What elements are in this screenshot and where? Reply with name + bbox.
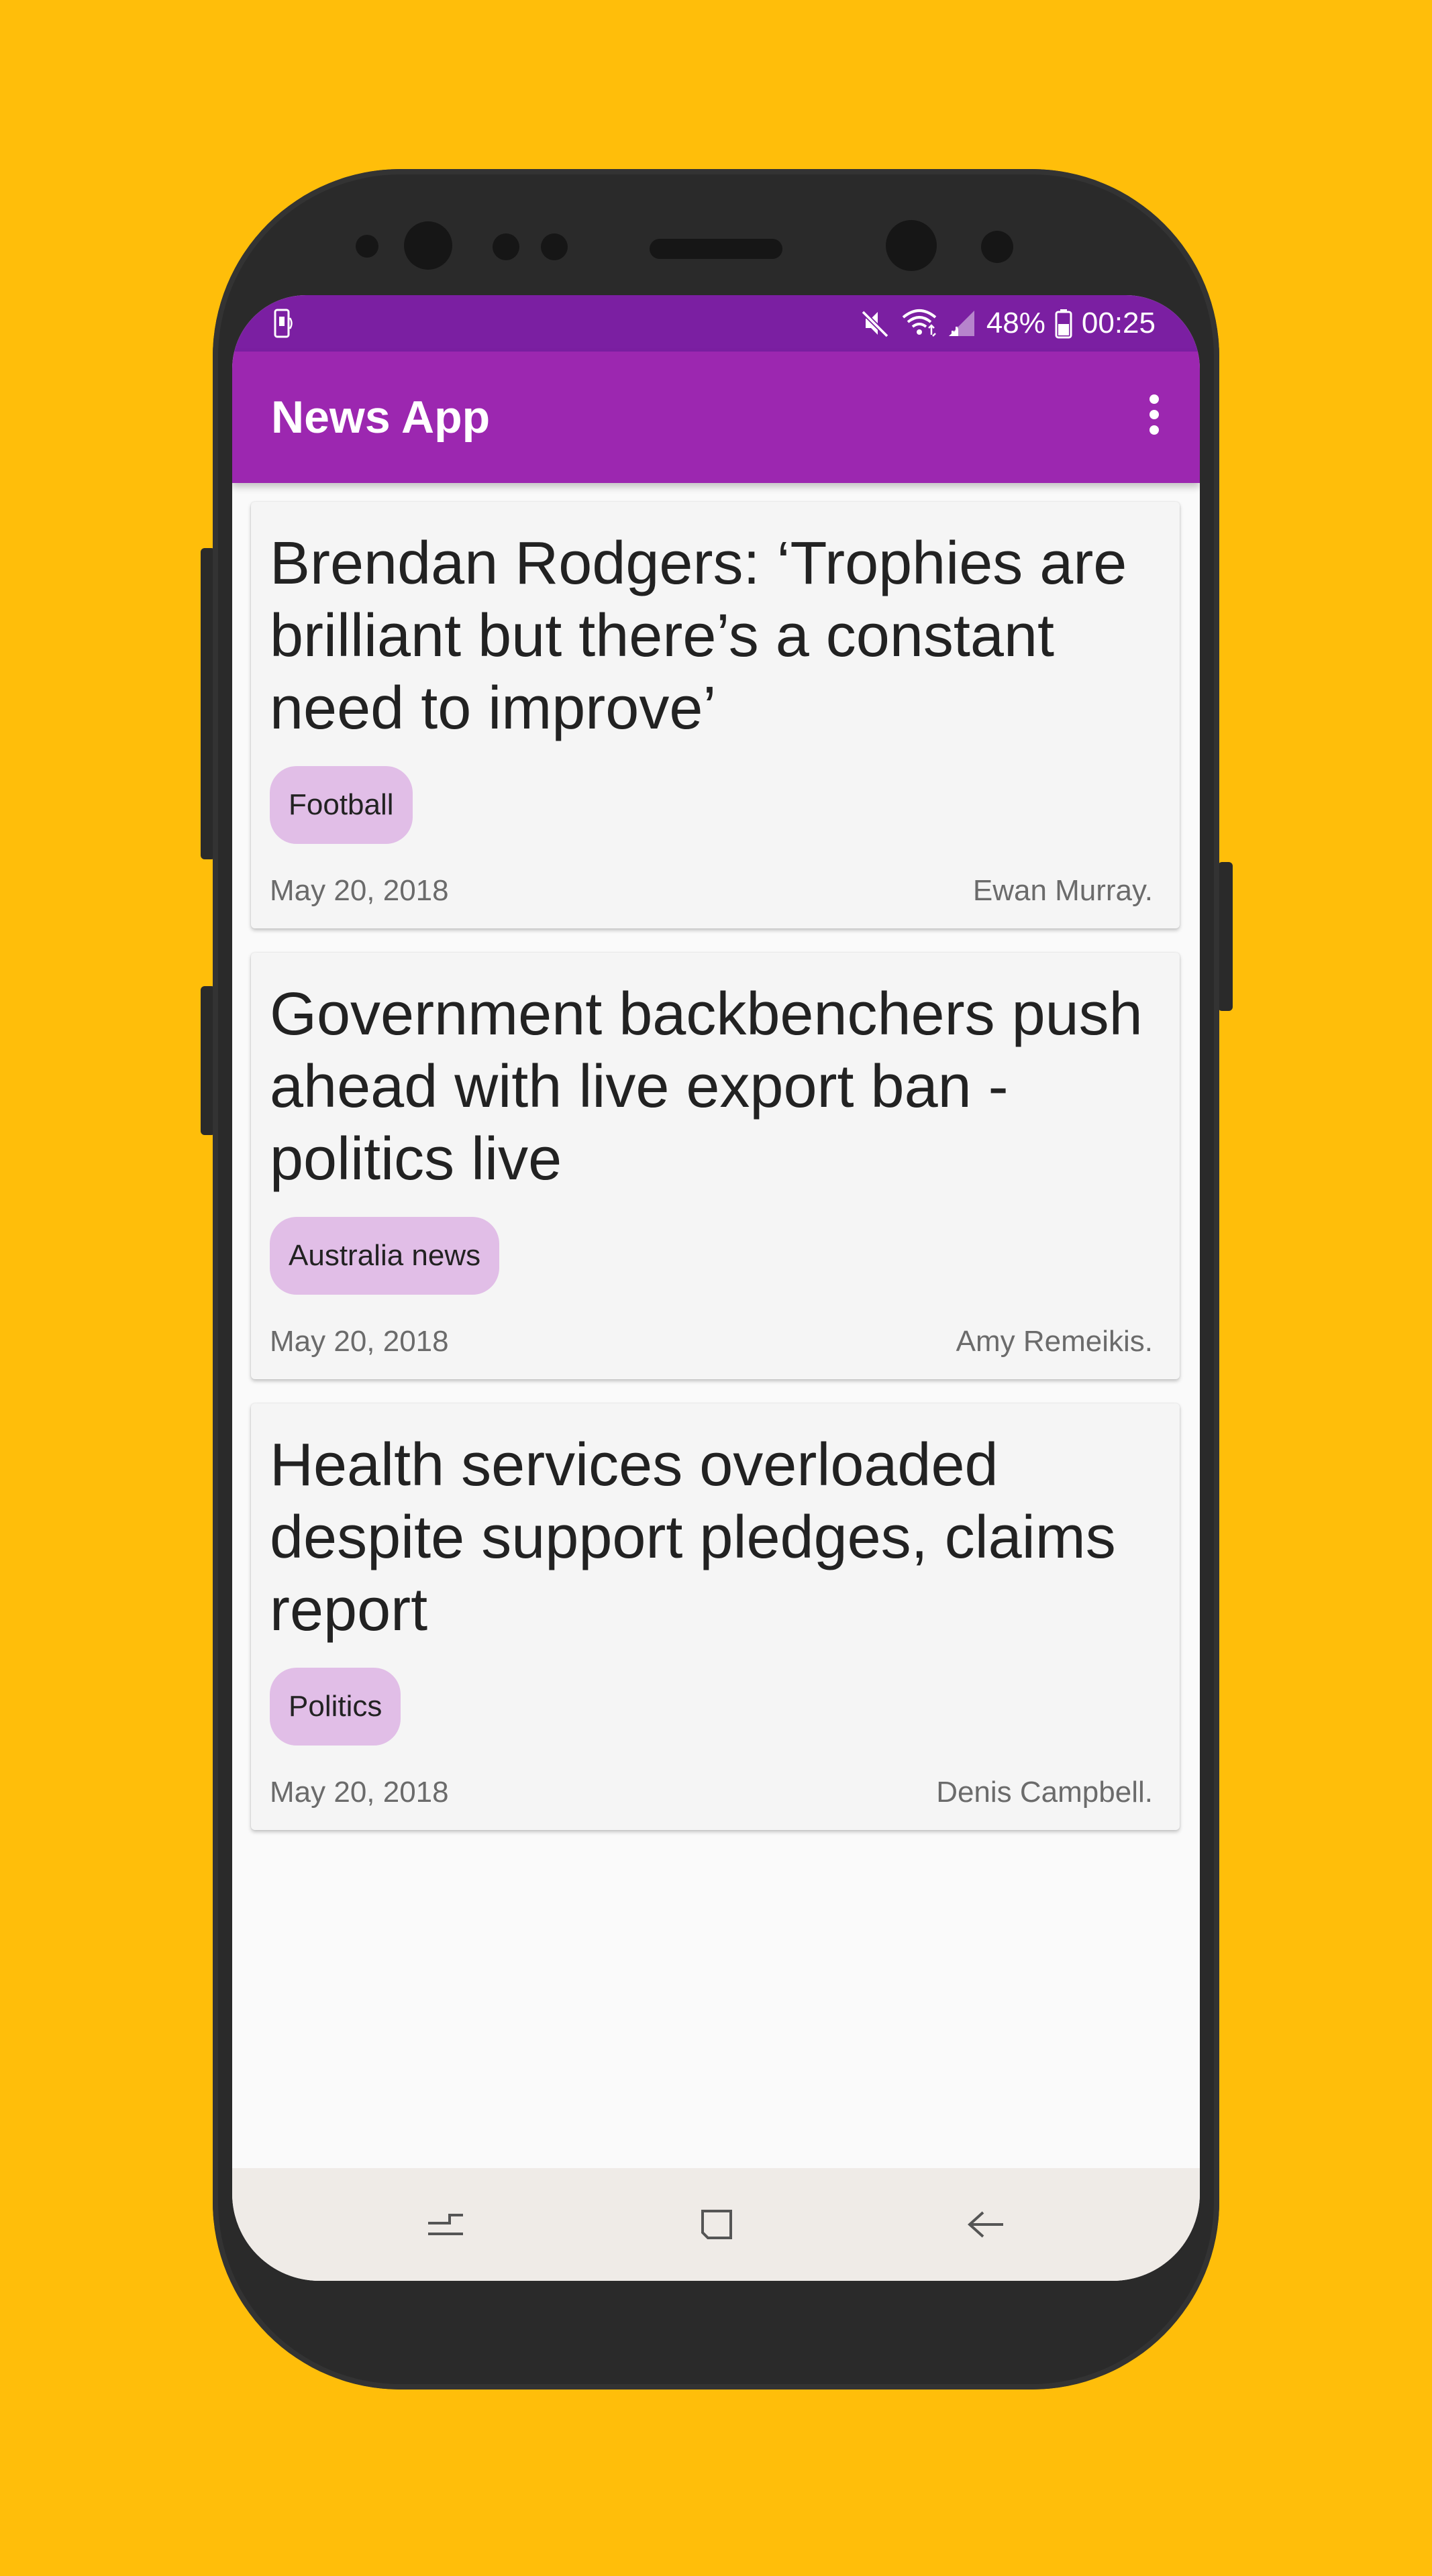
- back-icon[interactable]: [959, 2198, 1013, 2251]
- article-card[interactable]: Brendan Rodgers: ‘Trophies are brilliant…: [251, 502, 1180, 928]
- phone-screen: 48% 00:25 News App Brendan Rodgers: ‘Tro…: [232, 295, 1200, 2281]
- sensor-dot: [981, 231, 1013, 263]
- article-author: Ewan Murray.: [972, 874, 1153, 907]
- article-date: May 20, 2018: [270, 1325, 449, 1358]
- recent-apps-icon[interactable]: [419, 2198, 472, 2251]
- status-bar: 48% 00:25: [232, 295, 1200, 352]
- mute-icon: [861, 310, 889, 338]
- battery-percentage: 48%: [986, 307, 1045, 339]
- sensor-dot: [356, 235, 378, 258]
- article-title: Health services overloaded despite suppo…: [270, 1432, 1116, 1644]
- article-author: Amy Remeikis.: [956, 1325, 1153, 1358]
- battery-icon: [1055, 309, 1072, 339]
- article-date: May 20, 2018: [270, 874, 449, 907]
- article-card[interactable]: Government backbenchers push ahead with …: [251, 953, 1180, 1379]
- sensor-dot: [541, 233, 568, 260]
- home-icon[interactable]: [689, 2198, 743, 2251]
- earpiece-speaker: [650, 239, 782, 259]
- app-bar: News App: [232, 352, 1200, 483]
- iris-camera: [404, 221, 452, 270]
- signal-icon: [948, 311, 974, 336]
- power-button: [1218, 862, 1233, 1011]
- front-camera: [886, 220, 937, 271]
- article-author: Denis Campbell.: [936, 1776, 1153, 1809]
- screen-mirroring-icon: [274, 309, 293, 338]
- sensor-dot: [493, 233, 519, 260]
- clock: 00:25: [1081, 307, 1156, 339]
- wifi-icon: [902, 309, 937, 337]
- section-chip: Politics: [270, 1668, 401, 1746]
- article-title: Government backbenchers push ahead with …: [270, 981, 1143, 1193]
- article-card[interactable]: Health services overloaded despite suppo…: [251, 1403, 1180, 1830]
- app-title: News App: [271, 392, 491, 443]
- article-date: May 20, 2018: [270, 1776, 449, 1809]
- navigation-bar: [232, 2168, 1200, 2281]
- article-title: Brendan Rodgers: ‘Trophies are brilliant…: [270, 530, 1127, 742]
- section-chip: Australia news: [270, 1217, 500, 1295]
- more-vert-icon[interactable]: [1141, 390, 1168, 444]
- section-chip: Football: [270, 766, 413, 844]
